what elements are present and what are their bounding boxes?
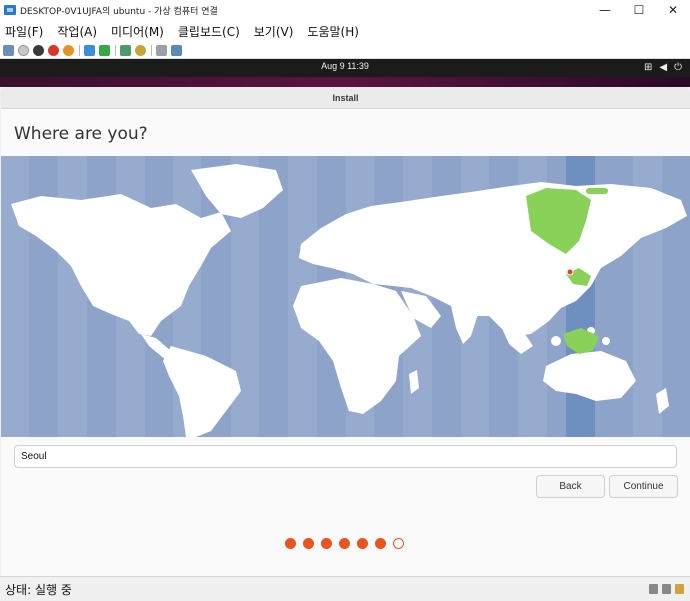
volume-icon: ◀ bbox=[659, 62, 668, 73]
resume-icon[interactable] bbox=[99, 44, 110, 56]
pause-icon[interactable] bbox=[84, 44, 95, 56]
menu-help[interactable]: 도움말(H) bbox=[307, 23, 359, 40]
progress-dot-complete bbox=[285, 538, 296, 549]
menu-view[interactable]: 보기(V) bbox=[254, 23, 294, 40]
lock-icon bbox=[675, 584, 684, 594]
keyboard-icon bbox=[649, 584, 658, 594]
share-icon[interactable] bbox=[171, 44, 182, 56]
menu-file[interactable]: 파일(F) bbox=[5, 23, 43, 40]
mouse-icon bbox=[662, 584, 671, 594]
progress-dot-complete bbox=[375, 538, 386, 549]
progress-dot-complete bbox=[321, 538, 332, 549]
menu-bar: 파일(F) 작업(A) 미디어(M) 클립보드(C) 보기(V) 도움말(H) bbox=[0, 20, 690, 42]
continue-button[interactable]: Continue bbox=[609, 475, 678, 498]
status-icons bbox=[649, 584, 684, 594]
progress-dot-complete bbox=[303, 538, 314, 549]
toolbar-separator bbox=[151, 44, 152, 56]
save-icon[interactable] bbox=[63, 44, 74, 56]
status-bar: 상태: 실행 중 bbox=[0, 576, 690, 601]
checkpoint-icon[interactable] bbox=[120, 44, 131, 56]
shutdown-icon[interactable] bbox=[48, 44, 59, 56]
installer-window: Install Where are you? Seoul Back Contin… bbox=[1, 87, 690, 576]
installer-header: Install bbox=[1, 87, 690, 109]
window-title: DESKTOP-0V1UJFA의 ubuntu - 가상 컴퓨터 연결 bbox=[20, 6, 218, 17]
clock[interactable]: Aug 9 11:39 bbox=[0, 61, 690, 71]
menu-clipboard[interactable]: 클립보드(C) bbox=[178, 23, 240, 40]
ctrl-alt-del-icon[interactable] bbox=[3, 44, 14, 56]
revert-icon[interactable] bbox=[135, 44, 146, 56]
power-icon: ⏻ bbox=[674, 62, 682, 73]
timezone-map[interactable] bbox=[1, 156, 690, 437]
network-icon: ⊞ bbox=[643, 62, 653, 73]
start-icon[interactable] bbox=[18, 44, 29, 56]
toolbar bbox=[0, 42, 690, 59]
ubuntu-top-bar: Aug 9 11:39 ⊞ ◀ ⏻ bbox=[0, 59, 690, 77]
status-text: 상태: 실행 중 bbox=[5, 583, 72, 597]
minimize-button[interactable]: — bbox=[588, 0, 622, 20]
progress-dot-complete bbox=[339, 538, 350, 549]
toolbar-separator bbox=[115, 44, 116, 56]
turn-off-icon[interactable] bbox=[33, 44, 44, 56]
vm-connection-window: DESKTOP-0V1UJFA의 ubuntu - 가상 컴퓨터 연결 — ☐ … bbox=[0, 0, 690, 601]
title-bar: DESKTOP-0V1UJFA의 ubuntu - 가상 컴퓨터 연결 — ☐ … bbox=[0, 0, 690, 20]
toolbar-separator bbox=[79, 44, 80, 56]
desktop-background bbox=[0, 77, 690, 87]
menu-action[interactable]: 작업(A) bbox=[57, 23, 97, 40]
window-controls: — ☐ ✕ bbox=[588, 0, 690, 20]
menu-media[interactable]: 미디어(M) bbox=[111, 23, 164, 40]
maximize-button[interactable]: ☐ bbox=[622, 0, 656, 20]
progress-dot-current bbox=[393, 538, 404, 549]
timezone-field[interactable]: Seoul bbox=[14, 445, 677, 468]
close-button[interactable]: ✕ bbox=[656, 0, 690, 20]
progress-dot-complete bbox=[357, 538, 368, 549]
system-tray[interactable]: ⊞ ◀ ⏻ bbox=[644, 62, 682, 73]
enhanced-session-icon[interactable] bbox=[156, 44, 167, 56]
page-title: Where are you? bbox=[14, 124, 148, 144]
location-pin bbox=[566, 268, 574, 276]
progress-dots bbox=[285, 538, 404, 549]
vm-connect-icon bbox=[4, 5, 16, 15]
back-button[interactable]: Back bbox=[536, 475, 605, 498]
